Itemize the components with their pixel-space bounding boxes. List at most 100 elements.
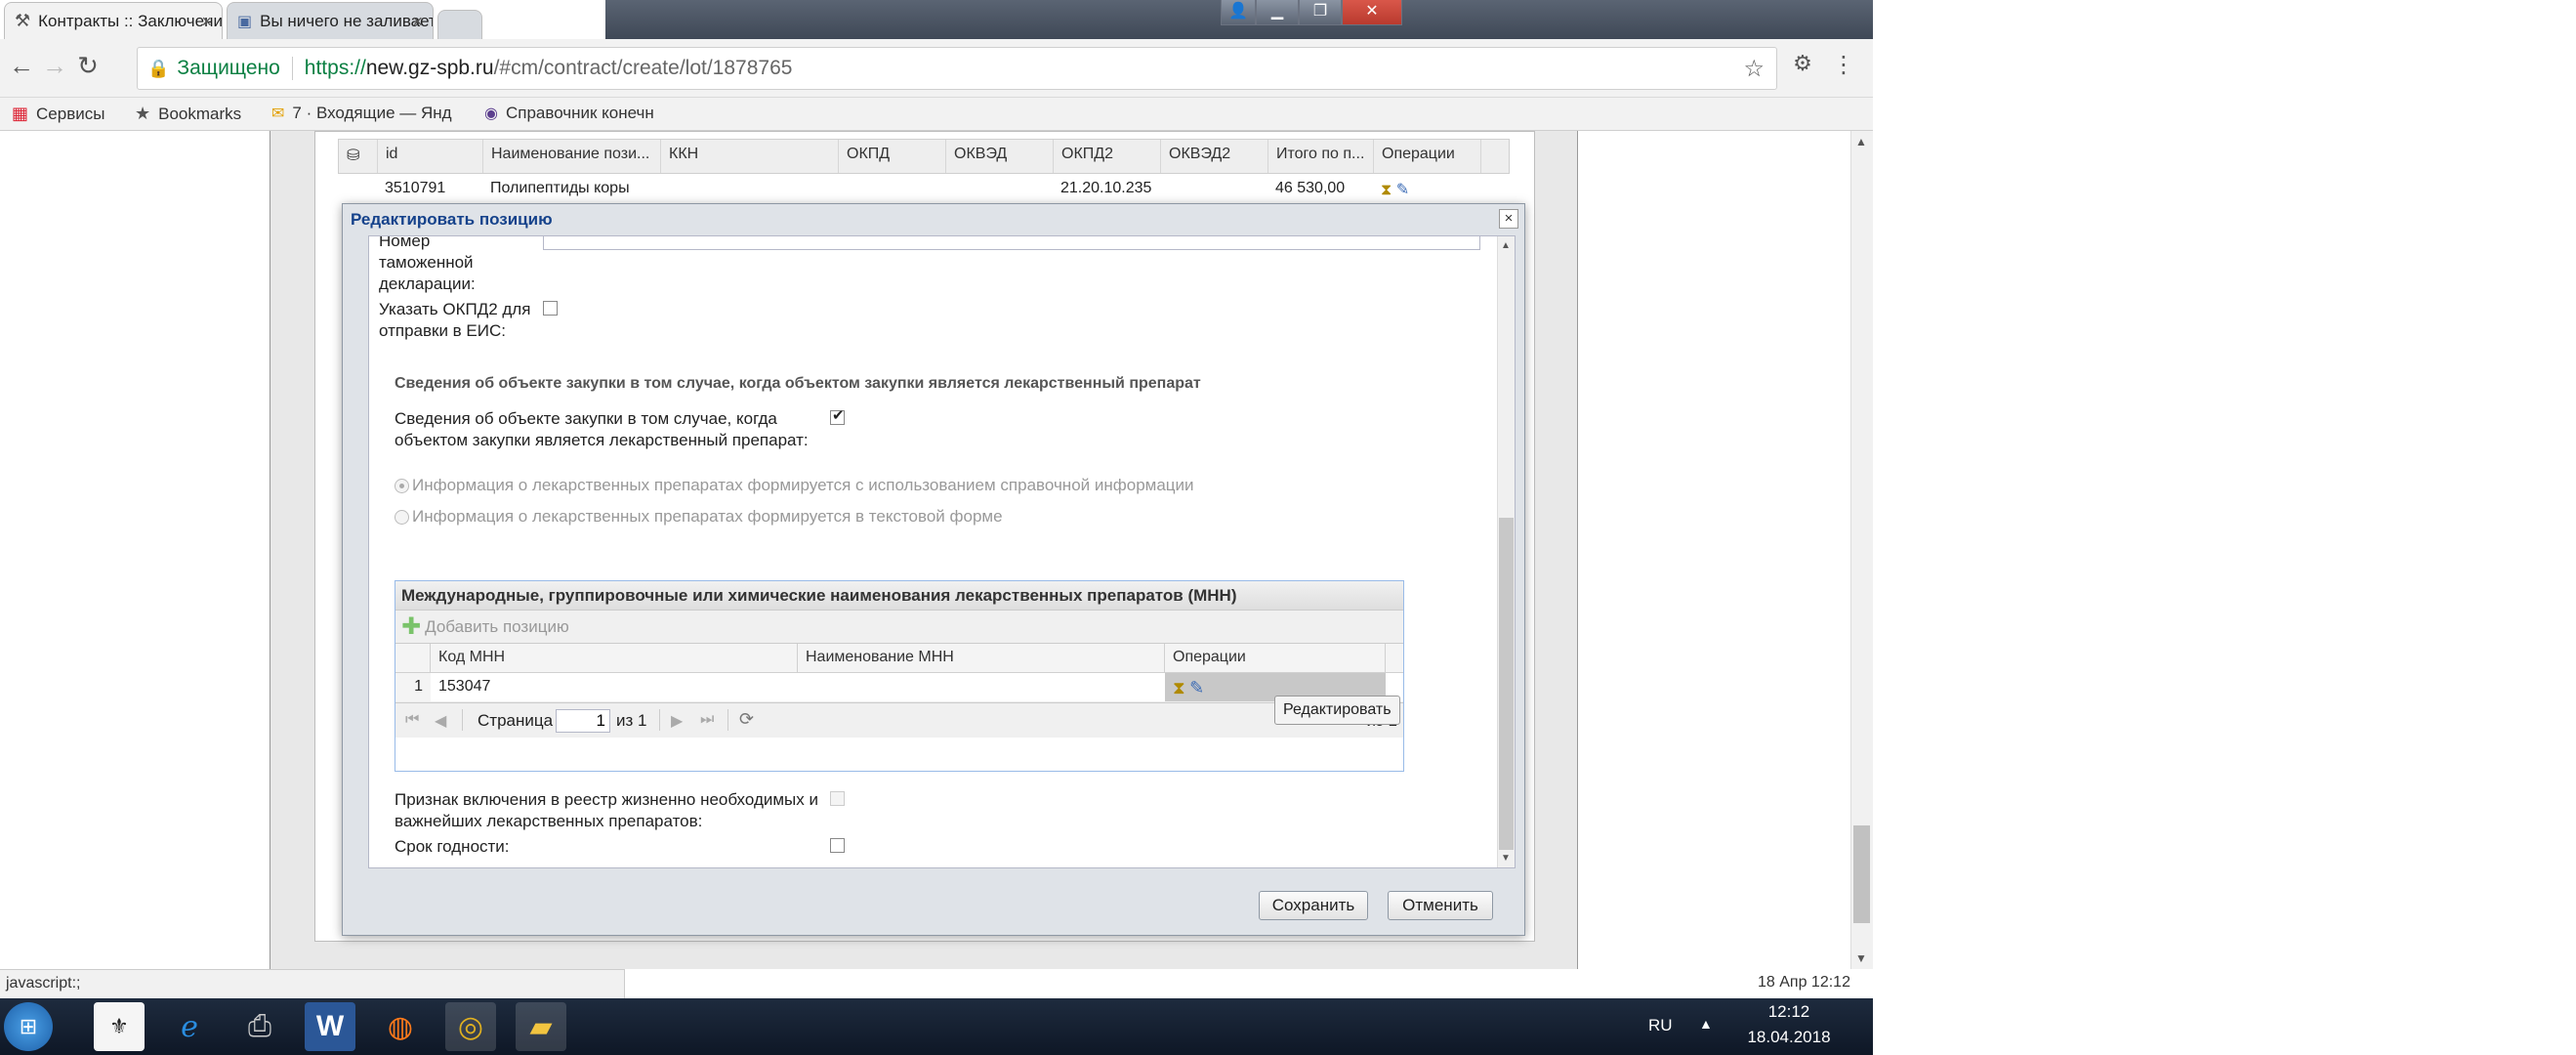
mnn-grid-title: Международные, группировочные или химиче… xyxy=(395,581,1403,611)
refresh-icon[interactable]: ⟳ xyxy=(739,709,754,730)
column-header[interactable]: ОКПД2 xyxy=(1054,140,1161,173)
first-page-icon[interactable]: ⏮ xyxy=(405,711,419,729)
bookmark-label: Сервисы xyxy=(36,104,105,123)
printer-icon[interactable]: ⎙ xyxy=(234,1002,285,1051)
mnn-grid: Международные, группировочные или химиче… xyxy=(395,580,1404,772)
bookmark-bookmarks[interactable]: ★ Bookmarks xyxy=(135,104,241,124)
scroll-up-icon[interactable]: ▲ xyxy=(1855,135,1867,148)
back-arrow-icon[interactable]: ← xyxy=(6,51,37,81)
column-header[interactable]: Наименование пози... xyxy=(483,140,661,173)
column-header[interactable]: ОКВЭД2 xyxy=(1161,140,1268,173)
drug-checkbox[interactable] xyxy=(830,406,845,425)
forward-arrow-icon[interactable]: → xyxy=(39,51,70,81)
lot-grid-row[interactable]: 3510791 Полипептиды коры 21.20.10.235 46… xyxy=(338,174,1510,205)
url-prefix: https:// xyxy=(304,57,366,79)
clock-time[interactable]: 12:12 xyxy=(1750,1002,1828,1022)
ie-icon[interactable]: ℯ xyxy=(164,1002,215,1051)
clock-date[interactable]: 18.04.2018 xyxy=(1740,1028,1838,1047)
column-header[interactable]: Операции xyxy=(1374,140,1481,173)
bookmark-label: Bookmarks xyxy=(158,104,242,123)
tray-arrow-icon[interactable]: ▲ xyxy=(1699,1016,1713,1032)
tab-contracts[interactable]: ⚒ Контракты :: Заключени × xyxy=(4,2,223,39)
column-header[interactable]: Код МНН xyxy=(431,644,798,672)
status-datetime: 18 Апр 12:12 xyxy=(1758,974,1850,991)
page-number-input[interactable] xyxy=(556,709,610,733)
lock-icon: 🔒 xyxy=(147,58,170,78)
grid-settings-icon[interactable]: ⛁ xyxy=(339,140,378,173)
bookmark-mail[interactable]: ✉ 7 · Входящие — Янд xyxy=(271,104,452,123)
customs-input[interactable] xyxy=(543,236,1480,250)
chrome-icon[interactable]: ◎ xyxy=(445,1002,496,1051)
column-header[interactable]: Итого по п... xyxy=(1268,140,1374,173)
mnn-pager: ⏮ ◀ Страница из 1 ▶ ⏭ ⟳ из 1 xyxy=(395,702,1403,738)
row-number-header xyxy=(395,644,431,672)
star-icon[interactable]: ☆ xyxy=(1743,55,1765,83)
url-host: new.gz-spb.ru xyxy=(365,57,494,79)
column-header[interactable]: ОКВЭД xyxy=(946,140,1054,173)
tab-forum[interactable]: ▣ Вы ничего не заливаете × xyxy=(227,2,434,39)
new-tab-button[interactable] xyxy=(437,10,482,39)
scroll-down-icon[interactable]: ▼ xyxy=(1855,951,1867,965)
registry-label: Признак включения в реестр жизненно необ… xyxy=(395,790,818,830)
column-header[interactable]: ОКПД xyxy=(839,140,946,173)
word-icon[interactable]: W xyxy=(305,1002,355,1051)
user-icon[interactable]: 👤 xyxy=(1221,0,1256,25)
extension-icon[interactable]: ⚙ xyxy=(1787,51,1818,76)
page-scroll-thumb[interactable] xyxy=(1853,825,1870,923)
save-button[interactable]: Сохранить xyxy=(1259,891,1368,920)
cell-okved xyxy=(945,174,1053,205)
pencil-icon[interactable]: ✎ xyxy=(1189,678,1204,697)
cell-id: 3510791 xyxy=(385,180,446,196)
table-row[interactable]: 1 153047 ⧗ ✎ xyxy=(395,673,1403,702)
prev-page-icon[interactable]: ◀ xyxy=(435,711,446,731)
bookmark-apps[interactable]: ▦ Сервисы xyxy=(12,104,104,124)
okpd2-checkbox[interactable] xyxy=(543,301,558,316)
radio-text[interactable] xyxy=(395,510,409,525)
security-label: Защищено xyxy=(177,57,280,79)
shelf-life-checkbox[interactable] xyxy=(830,838,845,853)
plus-icon: ✚ xyxy=(401,613,422,640)
pencil-icon[interactable]: ✎ xyxy=(1396,182,1409,198)
dialog-scroll-thumb[interactable] xyxy=(1499,518,1514,850)
column-header[interactable]: id xyxy=(378,140,483,173)
firefox-icon[interactable]: ◍ xyxy=(375,1002,426,1051)
dialog-scrollbar[interactable]: ▲ ▼ xyxy=(1497,236,1515,867)
bookmark-reference[interactable]: ◉ Справочник конечн xyxy=(484,104,654,123)
close-window-button[interactable]: ✕ xyxy=(1342,0,1402,25)
menu-icon[interactable]: ⋮ xyxy=(1828,51,1859,79)
registry-checkbox[interactable] xyxy=(830,791,845,806)
close-icon[interactable]: × xyxy=(412,12,423,32)
column-header[interactable]: ККН xyxy=(661,140,839,173)
restore-button[interactable]: ❐ xyxy=(1299,0,1342,25)
scroll-up-icon[interactable]: ▲ xyxy=(1501,240,1511,251)
radio-reference[interactable] xyxy=(395,479,409,493)
spool-icon[interactable]: ⧗ xyxy=(1173,678,1185,697)
minimize-button[interactable]: ▁ xyxy=(1256,0,1299,25)
language-indicator[interactable]: RU xyxy=(1648,1016,1673,1035)
close-icon[interactable]: × xyxy=(201,12,212,32)
page-label: Страница xyxy=(478,711,554,730)
cell-operations: ⧗ ✎ xyxy=(1373,174,1480,205)
app-icon[interactable]: ⚜ xyxy=(94,1002,145,1051)
next-page-icon[interactable]: ▶ xyxy=(671,711,683,731)
reload-icon[interactable]: ↻ xyxy=(72,51,104,81)
address-bar[interactable]: 🔒 Защищено https:// new.gz-spb.ru /#cm/c… xyxy=(137,47,1777,90)
divider xyxy=(727,709,728,731)
tab-label: Вы ничего не заливаете xyxy=(260,11,434,30)
divider xyxy=(462,709,463,731)
scroll-down-icon[interactable]: ▼ xyxy=(1501,853,1511,864)
close-icon[interactable]: × xyxy=(1499,209,1518,229)
last-page-icon[interactable]: ⏭ xyxy=(700,711,714,729)
folder-icon[interactable]: ▰ xyxy=(516,1002,566,1051)
hammer-icon: ⚒ xyxy=(15,11,31,30)
cell-okpd xyxy=(838,174,945,205)
spool-icon[interactable]: ⧗ xyxy=(1381,182,1392,198)
start-button[interactable]: ⊞ xyxy=(4,1002,53,1051)
status-bar: javascript:; xyxy=(0,969,625,998)
add-position-button[interactable]: ✚ Добавить позицию xyxy=(401,613,569,640)
mail-icon: ✉ xyxy=(271,106,285,122)
column-header[interactable]: Наименование МНН xyxy=(798,644,1165,672)
column-header[interactable]: Операции xyxy=(1165,644,1386,672)
cancel-button[interactable]: Отменить xyxy=(1388,891,1493,920)
divider xyxy=(291,57,293,80)
